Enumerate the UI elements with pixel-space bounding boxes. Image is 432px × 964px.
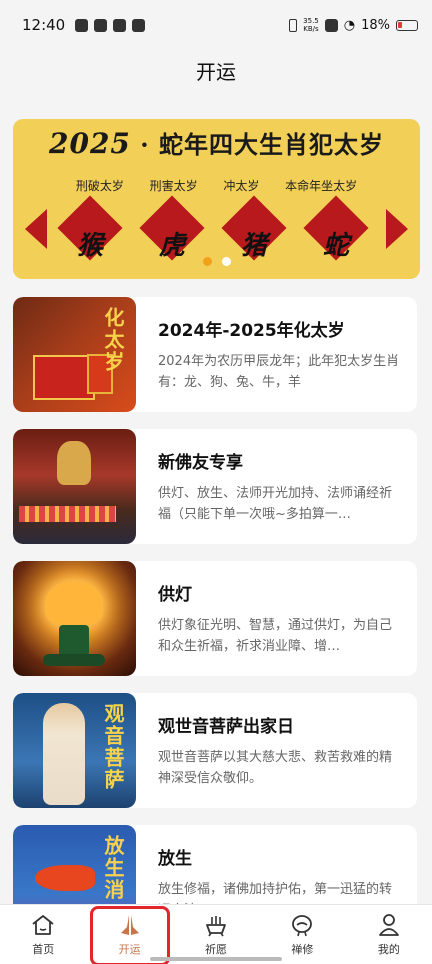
tab-qiyuan[interactable]: 祈愿 xyxy=(173,905,259,964)
banner-left-ornament xyxy=(25,209,47,249)
item-description: 供灯象征光明、智慧，通过供灯，为自己和众生祈福，祈求消业障、增… xyxy=(158,618,393,654)
battery-icon xyxy=(396,19,418,31)
banner-separator: · xyxy=(140,130,150,159)
item-description: 观世音菩萨以其大慈大悲、救苦救难的精神深受信众敬仰。 xyxy=(158,750,393,786)
clock: 12:40 xyxy=(22,16,66,34)
tiktok-notification-icon xyxy=(113,18,127,32)
thumb-lamp-stand xyxy=(59,625,89,657)
home-icon xyxy=(32,914,54,935)
net-speed-unit: KB/s xyxy=(303,25,319,33)
banner-year: 2025 xyxy=(48,127,131,160)
item-thumbnail: 化太岁 xyxy=(13,297,136,412)
tab-kaiyun[interactable]: 开运 xyxy=(86,905,172,964)
list-item[interactable]: 观音菩萨 观世音菩萨出家日 观世音菩萨以其大慈大悲、救苦救难的精神深受信众敬仰。 xyxy=(13,693,417,808)
tab-label: 开运 xyxy=(118,942,141,956)
item-title: 观世音菩萨出家日 xyxy=(158,717,294,737)
item-description: 2024年为农历甲辰龙年；此年犯太岁生肖有：龙、狗、兔、牛，羊 xyxy=(158,354,400,390)
tab-mine[interactable]: 我的 xyxy=(346,905,432,964)
banner-headline: 蛇年四大生肖犯太岁 xyxy=(159,130,384,159)
wifi-icon: ◔ xyxy=(343,17,356,33)
tab-chanxiu[interactable]: 禅修 xyxy=(259,905,345,964)
carousel-dot[interactable] xyxy=(221,257,231,266)
thumb-buddha xyxy=(57,441,91,485)
item-body: 观世音菩萨出家日 观世音菩萨以其大慈大悲、救苦救难的精神深受信众敬仰。 xyxy=(136,712,417,789)
thumb-fish xyxy=(35,865,95,891)
item-thumbnail: 观音菩萨 xyxy=(13,693,136,808)
item-title: 新佛友专享 xyxy=(158,453,243,473)
vibrate-icon xyxy=(289,18,298,32)
bottom-tab-bar: 首页 开运 祈愿 禅修 我的 xyxy=(0,904,432,964)
user-icon xyxy=(378,913,399,936)
praying-hands-icon xyxy=(120,914,139,935)
service-list: 化太岁 2024年-2025年化太岁 2024年为农历甲辰龙年；此年犯太岁生肖有… xyxy=(13,297,417,957)
thumb-caption: 观音菩萨 xyxy=(101,703,125,791)
tab-label: 我的 xyxy=(377,942,400,956)
item-title: 放生 xyxy=(158,849,192,869)
app-notification-icon-2 xyxy=(132,18,146,32)
item-thumbnail xyxy=(13,429,136,544)
sim-icon xyxy=(324,18,338,32)
carousel-dots xyxy=(13,257,420,266)
thumb-caption: 放生消 xyxy=(101,835,125,901)
item-body: 新佛友专享 供灯、放生、法师开光加持、法师诵经祈福（只能下单一次哦~多拍算一… xyxy=(136,448,417,525)
thumb-guanyin xyxy=(43,703,85,805)
list-item[interactable]: 新佛友专享 供灯、放生、法师开光加持、法师诵经祈福（只能下单一次哦~多拍算一… xyxy=(13,429,417,544)
banner-category-labels: 刑破太岁 刑害太岁 冲太岁 本命年坐太岁 xyxy=(13,177,420,194)
tab-home[interactable]: 首页 xyxy=(0,905,86,964)
thumb-candles xyxy=(19,506,116,522)
mail-notification-icon xyxy=(94,18,108,32)
banner-category: 刑害太岁 xyxy=(149,179,198,193)
page-title: 开运 xyxy=(196,59,236,84)
banner-carousel[interactable]: 2025 · 蛇年四大生肖犯太岁 刑破太岁 刑害太岁 冲太岁 本命年坐太岁 猴 … xyxy=(13,119,420,279)
carousel-dot-active[interactable] xyxy=(202,257,212,266)
thumb-package xyxy=(33,355,95,400)
status-left: 12:40 xyxy=(22,16,146,34)
item-title: 供灯 xyxy=(158,585,192,605)
list-item[interactable]: 化太岁 2024年-2025年化太岁 2024年为农历甲辰龙年；此年犯太岁生肖有… xyxy=(13,297,417,412)
net-speed: 35.5 KB/s xyxy=(303,17,319,33)
tab-label: 禅修 xyxy=(291,942,314,956)
banner-category: 冲太岁 xyxy=(223,179,260,193)
item-title: 2024年-2025年化太岁 xyxy=(158,321,345,341)
banner-right-ornament xyxy=(386,209,408,249)
meditation-icon xyxy=(292,914,313,936)
thumb-lamp-base xyxy=(43,654,105,666)
tab-label: 祈愿 xyxy=(205,942,228,956)
banner-category: 本命年坐太岁 xyxy=(285,179,358,193)
app-notification-icon xyxy=(75,18,89,32)
item-thumbnail xyxy=(13,561,136,676)
incense-burner-icon xyxy=(206,915,226,936)
net-speed-value: 35.5 xyxy=(303,17,319,25)
thumb-lotus-lamp xyxy=(45,581,103,625)
home-indicator[interactable] xyxy=(150,957,282,961)
banner-category: 刑破太岁 xyxy=(75,179,124,193)
banner-title: 2025 · 蛇年四大生肖犯太岁 xyxy=(13,125,420,160)
item-body: 2024年-2025年化太岁 2024年为农历甲辰龙年；此年犯太岁生肖有：龙、狗… xyxy=(136,316,417,393)
list-item[interactable]: 供灯 供灯象征光明、智慧，通过供灯，为自己和众生祈福，祈求消业障、增… xyxy=(13,561,417,676)
status-right: 35.5 KB/s ◔ 18% xyxy=(289,17,418,33)
item-description: 供灯、放生、法师开光加持、法师诵经祈福（只能下单一次哦~多拍算一… xyxy=(158,486,393,522)
status-bar: 12:40 35.5 KB/s ◔ 18% xyxy=(0,0,432,50)
battery-percent: 18% xyxy=(361,17,390,33)
tab-label: 首页 xyxy=(32,942,55,956)
item-body: 供灯 供灯象征光明、智慧，通过供灯，为自己和众生祈福，祈求消业障、增… xyxy=(136,580,417,657)
thumb-caption: 化太岁 xyxy=(101,307,125,373)
